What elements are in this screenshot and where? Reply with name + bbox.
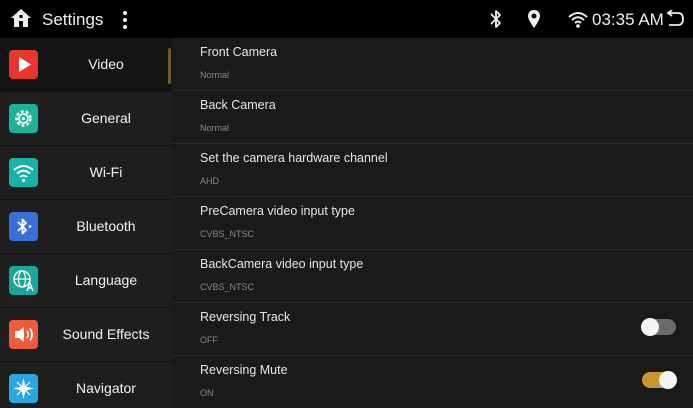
wifi-icon [9, 158, 38, 187]
speaker-icon [9, 320, 38, 349]
sidebar-item-label: Navigator [76, 380, 136, 396]
bluetooth-icon [489, 9, 503, 29]
setting-title: Front Camera [200, 45, 278, 59]
setting-reversing-mute[interactable]: Reversing Mute ON [172, 356, 693, 408]
sidebar-item-label: Language [74, 272, 138, 288]
menu-dots-icon[interactable] [120, 8, 130, 30]
setting-value: Normal [200, 70, 230, 80]
setting-value: Normal [200, 123, 230, 133]
video-play-icon [9, 50, 38, 79]
sidebar-item-label: Bluetooth [76, 218, 136, 234]
settings-list: Front Camera Normal Back Camera Normal S… [172, 38, 693, 408]
setting-backcamera-input-type[interactable]: BackCamera video input type CVBS_NTSC [172, 250, 693, 303]
reversing-track-toggle[interactable] [641, 318, 676, 336]
page-title: Settings [42, 10, 104, 29]
setting-value: ON [200, 388, 214, 398]
sidebar-item-bluetooth[interactable]: Bluetooth [0, 200, 172, 254]
toggle-knob [659, 371, 677, 389]
setting-precamera-input-type[interactable]: PreCamera video input type CVBS_NTSC [172, 197, 693, 250]
setting-title: BackCamera video input type [200, 257, 364, 271]
setting-value: CVBS_NTSC [200, 282, 255, 292]
reversing-mute-toggle[interactable] [642, 371, 677, 389]
gear-icon [9, 104, 38, 133]
compass-icon [9, 374, 38, 403]
back-icon[interactable] [665, 9, 685, 28]
location-icon [527, 9, 541, 29]
setting-value: OFF [200, 335, 218, 345]
setting-front-camera[interactable]: Front Camera Normal [172, 38, 693, 91]
sidebar: Video General Wi-Fi Bluetooth Language S… [0, 38, 172, 408]
language-icon [9, 266, 38, 295]
sidebar-item-video[interactable]: Video [0, 38, 172, 92]
setting-camera-hardware-channel[interactable]: Set the camera hardware channel AHD [172, 144, 693, 197]
setting-back-camera[interactable]: Back Camera Normal [172, 91, 693, 144]
active-indicator [168, 48, 171, 84]
setting-reversing-track[interactable]: Reversing Track OFF [172, 303, 693, 356]
setting-value: AHD [200, 176, 220, 186]
sidebar-item-general[interactable]: General [0, 92, 172, 146]
setting-title: PreCamera video input type [200, 204, 355, 218]
bluetooth-icon [9, 212, 38, 241]
sidebar-item-sound-effects[interactable]: Sound Effects [0, 308, 172, 362]
setting-title: Set the camera hardware channel [200, 151, 388, 165]
home-icon[interactable] [10, 7, 32, 29]
sidebar-item-label: Wi-Fi [89, 164, 123, 180]
sidebar-item-language[interactable]: Language [0, 254, 172, 308]
setting-title: Reversing Mute [200, 363, 288, 377]
setting-title: Back Camera [200, 98, 276, 112]
sidebar-item-label: General [81, 110, 131, 126]
clock-time: 03:35 AM [592, 10, 664, 29]
sidebar-item-navigator[interactable]: Navigator [0, 362, 172, 408]
setting-value: CVBS_NTSC [200, 229, 255, 239]
toggle-knob [641, 318, 659, 336]
sidebar-item-wifi[interactable]: Wi-Fi [0, 146, 172, 200]
setting-title: Reversing Track [200, 310, 291, 324]
sidebar-item-label: Video [88, 56, 124, 72]
status-bar: Settings 03:35 AM [0, 0, 693, 38]
sidebar-item-label: Sound Effects [62, 326, 150, 342]
wifi-icon [568, 9, 588, 29]
